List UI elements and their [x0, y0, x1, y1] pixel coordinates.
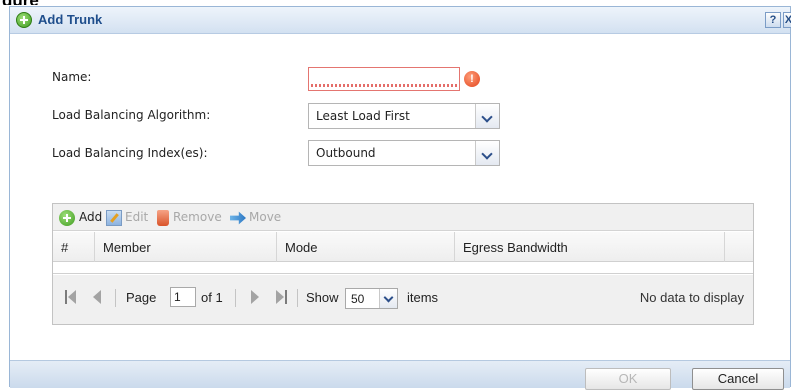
table-body [53, 263, 753, 274]
edit-icon [106, 210, 122, 226]
page-size-value: 50 [351, 292, 365, 306]
column-header[interactable]: # [53, 232, 95, 262]
dialog-footer: OK Cancel [10, 360, 790, 390]
index-select-value: Outbound [316, 146, 376, 160]
column-header[interactable]: Egress Bandwidth [455, 232, 725, 262]
column-header-label: Mode [285, 240, 318, 255]
error-icon: ! [464, 71, 480, 87]
trash-icon [157, 210, 169, 226]
first-page-icon[interactable] [65, 289, 77, 305]
add-button[interactable]: Add [79, 210, 102, 226]
algorithm-select[interactable]: Least Load First [308, 103, 500, 129]
dialog-titlebar: Add Trunk ? X [10, 7, 791, 34]
column-header-label: # [61, 240, 69, 255]
show-label: Show [306, 290, 339, 305]
move-button[interactable]: Move [249, 210, 281, 226]
add-trunk-dialog: Add Trunk ? X Name: ! Load Balancing Alg… [9, 6, 791, 390]
chevron-down-icon[interactable] [475, 104, 499, 128]
algorithm-select-value: Least Load First [316, 109, 410, 123]
help-button[interactable]: ? [765, 12, 781, 28]
table-header: # Member Mode Egress Bandwidth [53, 232, 753, 262]
next-page-icon[interactable] [249, 289, 261, 305]
items-label: items [407, 290, 439, 305]
index-select[interactable]: Outbound [308, 140, 500, 166]
member-table: Add Edit Remove Move # Member Mode Egres… [52, 203, 754, 325]
divider [235, 289, 236, 307]
close-button[interactable]: X [783, 12, 791, 28]
algorithm-label: Load Balancing Algorithm: [52, 108, 211, 122]
column-header[interactable]: Mode [277, 232, 455, 262]
add-icon [16, 12, 32, 28]
add-icon[interactable] [59, 210, 75, 226]
divider [297, 289, 298, 307]
remove-button[interactable]: Remove [173, 210, 222, 226]
column-header[interactable]: Member [95, 232, 277, 262]
previous-page-icon[interactable] [91, 289, 103, 305]
column-header-label: Member [103, 240, 151, 255]
move-icon [230, 211, 246, 225]
edit-button[interactable]: Edit [125, 210, 148, 226]
last-page-icon[interactable] [275, 289, 287, 305]
dialog-title: Add Trunk [38, 12, 103, 27]
name-input[interactable] [308, 67, 460, 91]
page-size-select[interactable]: 50 [345, 288, 398, 309]
pager-status: No data to display [639, 290, 744, 305]
page-count: of 1 [201, 290, 223, 305]
pagination-bar: Page 1 of 1 Show 50 items No data to dis… [53, 275, 753, 324]
name-label: Name: [52, 70, 92, 84]
chevron-down-icon[interactable] [475, 141, 499, 165]
figure-caption-fragment: gure [2, 0, 39, 5]
chevron-down-icon[interactable] [379, 289, 397, 308]
index-label: Load Balancing Index(es): [52, 146, 208, 160]
divider [115, 289, 116, 307]
page-label: Page [126, 290, 157, 305]
column-header-label: Egress Bandwidth [463, 240, 568, 255]
table-toolbar: Add Edit Remove Move [53, 204, 753, 231]
page-number-input[interactable]: 1 [170, 287, 196, 307]
